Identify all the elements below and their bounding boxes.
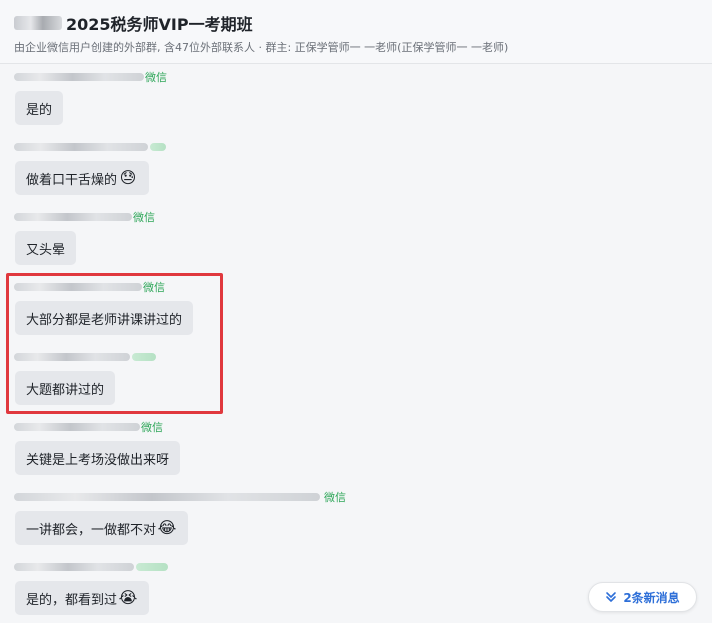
blurred-sender-name xyxy=(14,73,144,81)
sweat-emoji-icon: 😓 xyxy=(119,168,137,187)
crying-emoji-icon: 😭 xyxy=(118,588,138,607)
blurred-sender-tag xyxy=(150,143,166,151)
chat-window: 2025税务师VIP一考期班 由企业微信用户创建的外部群, 含47位外部联系人 … xyxy=(0,0,712,623)
blurred-sender-tag xyxy=(132,353,156,361)
double-chevron-down-icon xyxy=(606,592,617,602)
message-list[interactable]: 微信 是的 做着口干舌燥的 😓 微信 又头晕 微信 大部分都是老师讲课讲过的 大… xyxy=(0,65,712,623)
blurred-sender-name xyxy=(14,143,148,151)
message-sender[interactable]: 微信 xyxy=(14,491,346,504)
wechat-tag: 微信 xyxy=(133,211,155,224)
message-sender[interactable] xyxy=(14,561,168,573)
blurred-sender-name xyxy=(14,213,132,221)
message-sender[interactable] xyxy=(14,141,166,153)
wechat-tag: 微信 xyxy=(141,421,163,434)
message-bubble[interactable]: 关键是上考场没做出来呀 xyxy=(15,441,181,475)
message-sender[interactable]: 微信 xyxy=(14,211,155,224)
message-text: 做着口干舌燥的 xyxy=(26,172,118,188)
message-bubble[interactable]: 是的，都看到过 😭 xyxy=(15,581,150,615)
message-bubble[interactable]: 做着口干舌燥的 😓 xyxy=(15,161,150,195)
wechat-tag: 微信 xyxy=(143,281,165,294)
blurred-group-avatar xyxy=(14,16,62,30)
new-messages-button[interactable]: 2条新消息 xyxy=(588,582,697,612)
message-bubble[interactable]: 是的 xyxy=(15,91,64,125)
group-title[interactable]: 2025税务师VIP一考期班 xyxy=(66,11,253,35)
wechat-tag: 微信 xyxy=(324,491,346,504)
message-bubble[interactable]: 大题都讲过的 xyxy=(15,371,116,405)
message-text: 大题都讲过的 xyxy=(26,382,105,398)
message-sender[interactable]: 微信 xyxy=(14,281,165,294)
message-text: 是的 xyxy=(26,102,53,118)
message-bubble[interactable]: 大部分都是老师讲课讲过的 xyxy=(15,301,194,335)
title-row: 2025税务师VIP一考期班 xyxy=(14,12,253,34)
new-messages-label: 2条新消息 xyxy=(623,590,680,605)
laughing-tears-emoji-icon: 😂 xyxy=(157,518,177,537)
message-sender[interactable] xyxy=(14,351,156,363)
wechat-tag: 微信 xyxy=(145,71,167,84)
message-sender[interactable]: 微信 xyxy=(14,421,163,434)
group-subtitle: 由企业微信用户创建的外部群, 含47位外部联系人 · 群主: 正保学管师一 一老… xyxy=(14,41,509,54)
message-bubble[interactable]: 一讲都会，一做都不对 😂 xyxy=(15,511,189,545)
message-bubble[interactable]: 又头晕 xyxy=(15,231,77,265)
message-text: 大部分都是老师讲课讲过的 xyxy=(26,312,183,328)
message-text: 又头晕 xyxy=(26,242,66,258)
message-text: 一讲都会，一做都不对 xyxy=(26,522,157,538)
chat-header: 2025税务师VIP一考期班 由企业微信用户创建的外部群, 含47位外部联系人 … xyxy=(0,0,712,64)
blurred-sender-name xyxy=(14,493,320,501)
blurred-sender-tag xyxy=(136,563,168,571)
blurred-sender-name xyxy=(14,353,130,361)
message-text: 是的，都看到过 xyxy=(26,592,118,608)
blurred-sender-name xyxy=(14,423,140,431)
blurred-sender-name xyxy=(14,563,134,571)
message-sender[interactable]: 微信 xyxy=(14,71,167,84)
message-text: 关键是上考场没做出来呀 xyxy=(26,452,170,468)
blurred-sender-name xyxy=(14,283,142,291)
